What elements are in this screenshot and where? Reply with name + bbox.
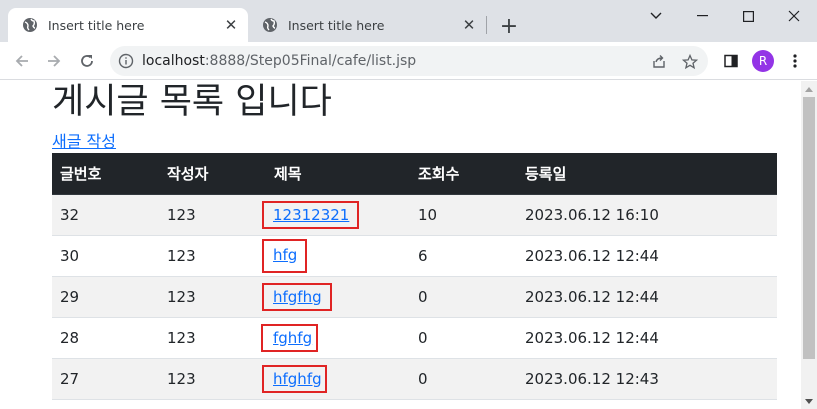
cell-writer: 123 — [159, 194, 266, 236]
table-row: 29 123 hfgfhg 0 2023.06.12 12:44 — [52, 276, 777, 318]
minimize-icon[interactable] — [679, 0, 725, 32]
close-icon[interactable]: ✕ — [460, 16, 478, 34]
cell-views: 0 — [410, 317, 517, 359]
cell-date: 2023.06.12 12:44 — [517, 276, 777, 318]
cell-date: 2023.06.12 16:10 — [517, 194, 777, 236]
new-post-link[interactable]: 새글 작성 — [52, 132, 116, 152]
tab-title: Insert title here — [288, 17, 385, 33]
url-path: :8888/Step05Final/cafe/list.jsp — [204, 53, 417, 69]
column-header-date: 등록일 — [517, 153, 777, 195]
table-row: 27 123 hfghfg 0 2023.06.12 12:43 — [52, 358, 777, 400]
cell-title: hfgfhg — [262, 276, 410, 318]
cell-num: 29 — [52, 276, 159, 318]
cell-writer: 123 — [159, 317, 266, 359]
highlight-box: hfg — [262, 238, 308, 273]
cell-writer: 123 — [159, 235, 266, 277]
column-header-title: 제목 — [266, 153, 410, 195]
table-row: 28 123 fghfg 0 2023.06.12 12:44 — [52, 317, 777, 359]
highlight-box: fghfg — [261, 323, 319, 352]
cell-views: 6 — [410, 235, 517, 277]
profile-avatar[interactable]: R — [752, 50, 774, 72]
column-header-views: 조회수 — [410, 153, 517, 195]
new-tab-button[interactable]: + — [496, 13, 522, 39]
bookmark-star-icon[interactable] — [681, 53, 699, 71]
tab-inactive[interactable]: Insert title here ✕ — [248, 8, 486, 42]
globe-icon — [262, 17, 278, 33]
cell-date: 2023.06.12 12:44 — [517, 317, 777, 359]
vertical-scrollbar[interactable] — [801, 81, 817, 409]
column-header-writer: 작성자 — [159, 153, 266, 195]
post-title-link[interactable]: 12312321 — [273, 206, 349, 224]
highlight-box: hfghfg — [262, 364, 327, 393]
cell-title: hfghfg — [262, 358, 410, 400]
table-row: 30 123 hfg 6 2023.06.12 12:44 — [52, 235, 777, 277]
tab-title: Insert title here — [48, 17, 145, 33]
cell-date: 2023.06.12 12:43 — [517, 358, 777, 400]
cell-num: 28 — [52, 317, 159, 359]
scroll-down-arrow-icon[interactable] — [801, 393, 817, 409]
cell-views: 0 — [410, 276, 517, 318]
side-panel-icon[interactable] — [721, 51, 741, 71]
cell-num: 32 — [52, 194, 159, 236]
post-title-link[interactable]: hfgfhg — [273, 288, 322, 306]
window-close-icon[interactable] — [771, 0, 817, 32]
cell-num: 30 — [52, 235, 159, 277]
page-viewport: 게시글 목록 입니다 새글 작성 글번호 작성자 제목 조회수 등록일 32 1… — [0, 81, 801, 409]
post-title-link[interactable]: hfg — [273, 246, 297, 264]
back-arrow-icon[interactable] — [8, 47, 36, 75]
kebab-menu-icon[interactable] — [785, 51, 805, 71]
column-header-num: 글번호 — [52, 153, 159, 195]
globe-icon — [22, 17, 38, 33]
close-icon[interactable]: ✕ — [222, 16, 240, 34]
table-header-row: 글번호 작성자 제목 조회수 등록일 — [52, 153, 777, 195]
cell-date: 2023.06.12 12:44 — [517, 235, 777, 277]
share-icon[interactable] — [650, 53, 668, 71]
cell-views: 10 — [410, 194, 517, 236]
forward-arrow-icon[interactable] — [40, 47, 68, 75]
post-title-link[interactable]: hfghfg — [273, 370, 322, 388]
table-row: 32 123 12312321 10 2023.06.12 16:10 — [52, 194, 777, 236]
url-text: localhost:8888/Step05Final/cafe/list.jsp — [142, 46, 416, 76]
cell-writer: 123 — [159, 358, 266, 400]
browser-toolbar: localhost:8888/Step05Final/cafe/list.jsp… — [0, 42, 817, 80]
url-host: localhost — [142, 53, 205, 69]
cell-writer: 123 — [159, 276, 266, 318]
tab-divider — [486, 16, 487, 34]
tab-strip: Insert title here ✕ Insert title here ✕ … — [0, 0, 817, 42]
cell-views: 0 — [410, 358, 517, 400]
tab-active[interactable]: Insert title here ✕ — [8, 8, 248, 42]
reload-icon[interactable] — [73, 47, 101, 75]
tab-search-icon[interactable] — [633, 0, 679, 32]
cell-num: 27 — [52, 358, 159, 400]
highlight-box: hfgfhg — [262, 282, 332, 311]
site-info-icon[interactable] — [118, 53, 134, 69]
highlight-box: 12312321 — [262, 200, 360, 229]
scrollbar-thumb[interactable] — [803, 97, 815, 359]
scroll-up-arrow-icon[interactable] — [801, 81, 817, 97]
address-bar[interactable]: localhost:8888/Step05Final/cafe/list.jsp — [110, 46, 708, 76]
page-title: 게시글 목록 입니다 — [52, 82, 332, 122]
post-table: 글번호 작성자 제목 조회수 등록일 32 123 12312321 10 20… — [52, 153, 777, 400]
cell-title: fghfg — [261, 317, 410, 359]
post-title-link[interactable]: fghfg — [273, 329, 312, 347]
cell-title: hfg — [262, 235, 410, 277]
cell-title: 12312321 — [262, 194, 410, 236]
maximize-icon[interactable] — [725, 0, 771, 32]
